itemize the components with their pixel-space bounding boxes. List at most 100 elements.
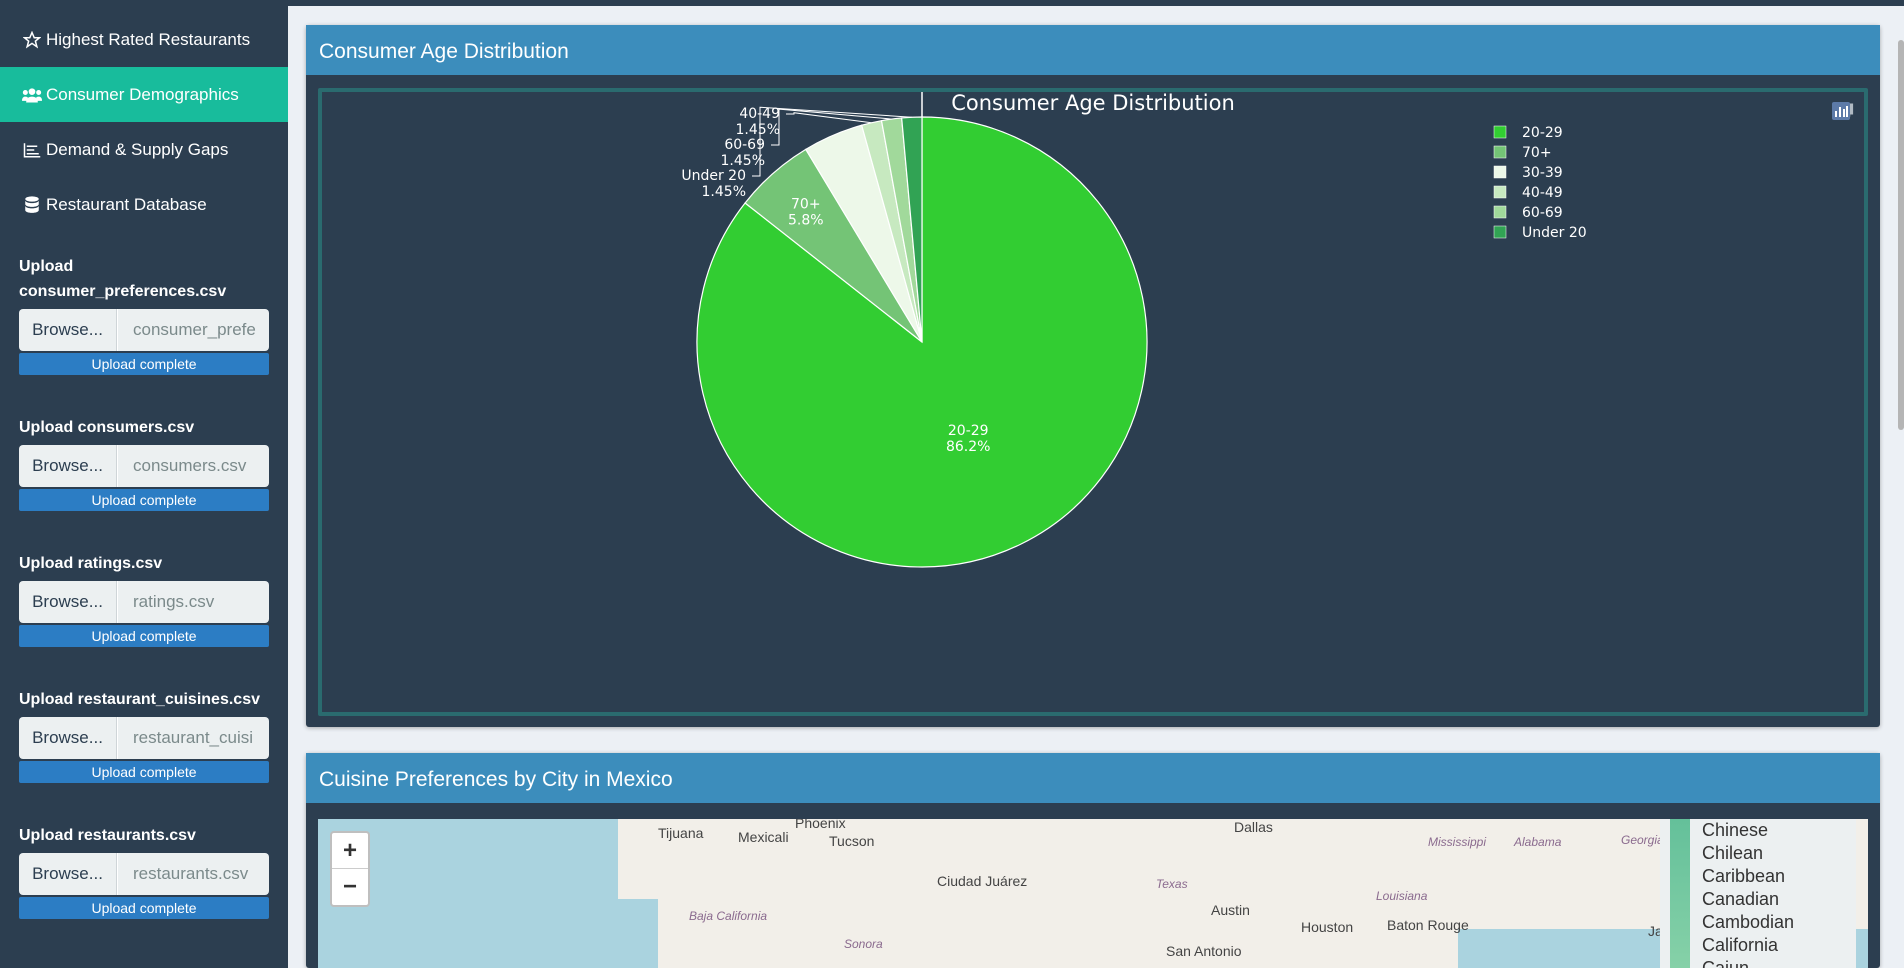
legend-item: California [1702,935,1779,955]
upload-progress-bar: Upload complete [19,489,269,511]
sidebar-item-restaurant-database[interactable]: Restaurant Database [0,177,288,232]
zoom-in-button[interactable]: + [332,833,368,869]
map-label-tucson: Tucson [829,833,875,849]
legend-swatch-60-69[interactable] [1493,205,1507,219]
file-name-field[interactable]: ratings.csv [117,581,269,623]
legend-swatch-20-29[interactable] [1493,125,1507,139]
upload-label: Upload restaurant_cuisines.csv [19,691,260,708]
slice-label-60-69: 60-69 [724,137,765,153]
sidebar-item-label: Highest Rated Restaurants [46,29,251,49]
zoom-out-button[interactable]: − [332,869,368,905]
browse-button[interactable]: Browse... [19,309,117,351]
upload-label: Upload ratings.csv [19,555,163,572]
legend-swatch-30-39[interactable] [1493,165,1507,179]
map-label-texas: Texas [1156,877,1188,891]
legend-label-60-69[interactable]: 60-69 [1522,205,1563,221]
legend-label-30-39[interactable]: 30-39 [1522,165,1563,181]
map-label-tijuana: Tijuana [658,825,704,841]
legend-label-20-29[interactable]: 20-29 [1522,125,1563,141]
legend-swatch-70-[interactable] [1493,145,1507,159]
map-label-baton-rouge: Baton Rouge [1387,917,1469,933]
box-title: Cuisine Preferences by City in Mexico [306,753,1880,803]
legend-item: Cambodian [1702,912,1795,932]
upload-label: Upload consumer_preferences.csv [19,258,227,300]
file-input: Browse... restaurants.csv [19,853,269,895]
file-input: Browse... consumers.csv [19,445,269,487]
page-scrollbar[interactable] [1898,40,1904,430]
upload-label: Upload restaurants.csv [19,827,196,844]
map-label-mexicali: Mexicali [738,829,789,845]
slice-value-20-29: 86.2% [946,439,990,455]
browse-button[interactable]: Browse... [19,581,117,623]
slice-label-20-29: 20-29 [948,423,989,439]
legend-swatch-40-49[interactable] [1493,185,1507,199]
legend-label-70-[interactable]: 70+ [1522,145,1552,161]
file-name-field[interactable]: consumers.csv [117,445,269,487]
legend-swatch-under-20[interactable] [1493,225,1507,239]
file-name-field[interactable]: restaurant_cuisi [117,717,269,759]
cuisine-map-box: Cuisine Preferences by City in Mexico Ph… [306,753,1880,968]
map-label-ciudad-juarez: Ciudad Juárez [937,873,1028,889]
star-icon [22,30,42,49]
map-label-sonora: Sonora [844,937,883,951]
legend-item: Chilean [1702,843,1764,863]
upload-label: Upload consumers.csv [19,419,195,436]
map-label-phoenix: Phoenix [795,819,846,831]
sidebar-item-demand-supply[interactable]: Demand & Supply Gaps [0,122,288,177]
chart-title: Consumer Age Distribution [951,92,1235,115]
bar-chart-icon [22,141,42,159]
file-input: Browse... consumer_prefe [19,309,269,351]
sidebar: Highest Rated Restaurants Consumer Demog… [0,0,288,968]
map-label-louisiana: Louisiana [1376,889,1428,903]
map-label-mississippi: Mississippi [1428,835,1487,849]
browse-button[interactable]: Browse... [19,853,117,895]
sidebar-item-label: Demand & Supply Gaps [46,139,229,159]
file-input: Browse... restaurant_cuisi [19,717,269,759]
file-name-field[interactable]: restaurants.csv [117,853,269,895]
upload-ratings: Upload ratings.csv Browse... ratings.csv… [0,551,288,647]
box-title: Consumer Age Distribution [306,25,1880,75]
legend-item: Chinese [1702,820,1769,840]
sidebar-item-consumer-demographics[interactable]: Consumer Demographics [0,67,288,122]
browse-button[interactable]: Browse... [19,445,117,487]
upload-progress-bar: Upload complete [19,625,269,647]
sidebar-item-label: Restaurant Database [46,194,207,214]
map-label-baja-california: Baja California [689,909,768,923]
map-legend: Chinese Chilean Caribbean Canadian Cambo… [1660,819,1856,968]
map-label-houston: Houston [1301,919,1354,935]
upload-consumers: Upload consumers.csv Browse... consumers… [0,415,288,511]
sidebar-item-highest-rated[interactable]: Highest Rated Restaurants [0,12,288,67]
file-name-field[interactable]: consumer_prefe [117,309,269,351]
legend-item: Canadian [1702,889,1780,909]
database-icon [22,195,42,214]
pie-chart: Consumer Age Distribution 20-2986.2%70+5… [681,92,1587,568]
map-label-georgia: Georgia [1621,833,1664,847]
map-label-dallas: Dallas [1234,819,1273,835]
map-label-austin: Austin [1211,902,1250,918]
users-icon [22,86,42,104]
sidebar-item-label: Consumer Demographics [46,84,239,104]
slice-label-70-: 70+ [791,196,821,212]
legend-label-under-20[interactable]: Under 20 [1522,225,1587,241]
age-distribution-box: Consumer Age Distribution Consumer Age D… [306,25,1880,727]
legend-color-bar [1670,819,1690,968]
map-label-san-antonio: San Antonio [1166,943,1242,959]
map-zoom-control: + − [330,831,370,907]
upload-progress-bar: Upload complete [19,761,269,783]
pie-chart-area: Consumer Age Distribution 20-29 86.2% 70+ 5… [318,88,1868,716]
cuisine-map[interactable]: Phoenix Tijuana Mexicali Tucson Dallas C… [318,819,1868,968]
slice-value-under-20: 1.45% [702,184,746,200]
slice-label-under-20: Under 20 [681,168,746,184]
sidebar-menu: Highest Rated Restaurants Consumer Demog… [0,0,288,232]
slice-value-60-69: 1.45% [721,153,765,169]
legend-list: Chinese Chilean Caribbean Canadian Cambo… [1702,819,1794,968]
upload-progress-bar: Upload complete [19,897,269,919]
legend-label-40-49[interactable]: 40-49 [1522,185,1563,201]
browse-button[interactable]: Browse... [19,717,117,759]
slice-value-70-: 5.8% [788,212,824,228]
legend-item: Caribbean [1702,866,1786,886]
slice-value-40-49: 1.45% [736,122,780,138]
upload-progress-bar: Upload complete [19,353,269,375]
legend-item: Cajun [1702,958,1750,968]
map-label-alabama: Alabama [1514,835,1562,849]
